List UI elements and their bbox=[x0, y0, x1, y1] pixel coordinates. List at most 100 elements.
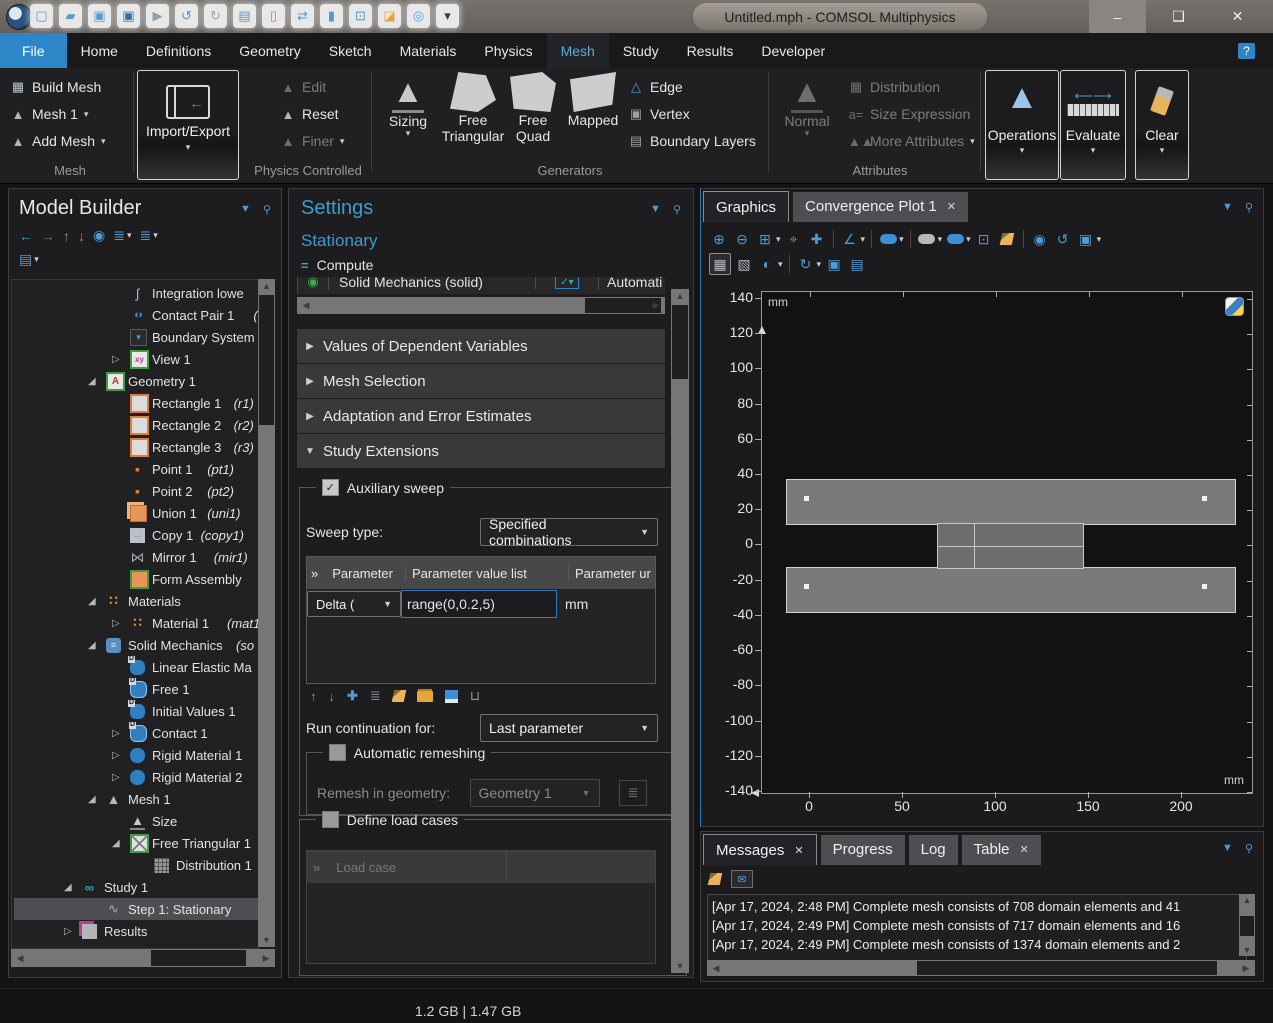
section-values-of-dependent-variables[interactable]: ▶Values of Dependent Variables bbox=[297, 329, 665, 364]
tab-materials[interactable]: Materials bbox=[386, 33, 471, 68]
geometry-mid-top-left[interactable] bbox=[937, 523, 976, 548]
clear-messages-icon[interactable] bbox=[708, 873, 723, 885]
tab-physics[interactable]: Physics bbox=[470, 33, 546, 68]
settings-hscrollbar[interactable]: ◀ ▶ bbox=[297, 297, 665, 314]
tree-item-integration-lowe[interactable]: ∫Integration lowe bbox=[14, 282, 259, 304]
tree-item-point-1[interactable]: ▪Point 1(pt1) bbox=[14, 458, 259, 480]
ribbon-free-triangular[interactable]: FreeTriangular bbox=[444, 72, 502, 144]
remesh-geometry-dropdown[interactable]: Geometry 1▼ bbox=[470, 779, 600, 807]
environment-1-icon[interactable]: ▾ bbox=[917, 229, 943, 249]
tree-item-union-1[interactable]: Union 1(uni1) bbox=[14, 502, 259, 524]
tab-developer[interactable]: Developer bbox=[747, 33, 839, 68]
messages-vscrollbar[interactable]: ▲ ▼ bbox=[1239, 894, 1255, 956]
scroll-up-icon[interactable]: ▲ bbox=[671, 289, 689, 303]
ribbon-edge[interactable]: △Edge bbox=[628, 76, 683, 98]
add-parameter-icon[interactable]: ✚ bbox=[347, 688, 358, 704]
hide-objects-icon[interactable]: ◉ bbox=[1030, 229, 1050, 249]
ribbon-mesh-1[interactable]: ▲Mesh 1▾ bbox=[10, 103, 88, 125]
tree-item-mesh-1[interactable]: ◢▲Mesh 1 bbox=[14, 788, 259, 810]
tree-item-rectangle-3[interactable]: Rectangle 3(r3) bbox=[14, 436, 259, 458]
move-up-icon[interactable]: ↑ bbox=[310, 689, 317, 704]
delete-icon[interactable]: ▮ bbox=[320, 4, 343, 28]
tree-item-step-1-stationary[interactable]: ∿Step 1: Stationary bbox=[14, 898, 259, 920]
move-down-icon[interactable]: ↓ bbox=[329, 689, 336, 704]
zoom-extents-icon[interactable]: ⌖ bbox=[784, 229, 804, 249]
expander-icon[interactable]: ▷ bbox=[112, 750, 120, 761]
sizing-button[interactable]: ▲Sizing▾ bbox=[378, 72, 438, 138]
discretization-check-icon[interactable]: ✓▾ bbox=[535, 277, 598, 289]
search-preview-icon[interactable]: ◎ bbox=[407, 4, 430, 28]
import-window-icon[interactable]: ⇄ bbox=[291, 4, 314, 28]
close-icon[interactable]: ✕ bbox=[794, 844, 803, 857]
tree-item-point-2[interactable]: ▪Point 2(pt2) bbox=[14, 480, 259, 502]
expander-icon[interactable]: ▷ bbox=[112, 728, 120, 739]
evaluate-button[interactable]: ⟵⟶Evaluate▾ bbox=[1060, 70, 1126, 180]
tab-study[interactable]: Study bbox=[609, 33, 673, 68]
tree-item-view-1[interactable]: ▷xyView 1 bbox=[14, 348, 259, 370]
tree-item-materials[interactable]: ◢∷Materials bbox=[14, 590, 259, 612]
tree-item-initial-values-1[interactable]: DInitial Values 1 bbox=[14, 700, 259, 722]
move-up-icon[interactable]: ↑ bbox=[63, 228, 70, 244]
tree-item-distribution-1[interactable]: Distribution 1 bbox=[14, 854, 259, 876]
messages-tab-table[interactable]: Table✕ bbox=[962, 835, 1041, 865]
reset-hiding-icon[interactable]: ↺ bbox=[1053, 229, 1073, 249]
tab-sketch[interactable]: Sketch bbox=[315, 33, 386, 68]
tab-results[interactable]: Results bbox=[673, 33, 748, 68]
expander-icon[interactable]: ◢ bbox=[88, 640, 96, 651]
environment-2-icon[interactable]: ▾ bbox=[945, 229, 971, 249]
save-as-icon[interactable]: ▣ bbox=[117, 4, 140, 28]
tab-file[interactable]: File bbox=[0, 33, 67, 68]
tab-geometry[interactable]: Geometry bbox=[225, 33, 314, 68]
tree-item-rigid-material-1[interactable]: ▷Rigid Material 1 bbox=[14, 744, 259, 766]
scroll-right-icon[interactable]: ▶ bbox=[259, 949, 273, 967]
import-export-button[interactable]: ←Import/Export▾ bbox=[137, 70, 239, 180]
parameter-unit-cell[interactable]: mm bbox=[557, 596, 655, 612]
geometry-mid-bottom-right[interactable] bbox=[974, 546, 1084, 569]
tree-item-study-1[interactable]: ◢∞Study 1 bbox=[14, 876, 259, 898]
pin-icon[interactable]: ⚲ bbox=[1245, 201, 1253, 214]
parameter-name-dropdown[interactable]: Delta (▼ bbox=[307, 591, 401, 617]
ribbon-boundary-layers[interactable]: ▤Boundary Layers bbox=[628, 130, 756, 152]
undo-icon[interactable]: ↺ bbox=[175, 4, 198, 28]
scroll-left-icon[interactable]: ◀ bbox=[299, 297, 313, 314]
help-icon[interactable]: ? bbox=[1238, 43, 1255, 59]
messages-tab-progress[interactable]: Progress bbox=[821, 835, 905, 865]
back-icon[interactable]: ← bbox=[19, 228, 33, 244]
physics-selection-row-clipped[interactable]: ◉ Solid Mechanics (solid) ✓▾ Automati bbox=[297, 277, 665, 294]
delete-parameter-icon[interactable]: ≣ bbox=[370, 688, 381, 704]
graphics-tab-graphics[interactable]: Graphics bbox=[703, 191, 789, 222]
message-list[interactable]: [Apr 17, 2024, 2:48 PM] Complete mesh co… bbox=[707, 894, 1247, 962]
range-icon[interactable]: ⊔ bbox=[470, 688, 480, 704]
messages-hscrollbar[interactable]: ◀ ▶ bbox=[707, 960, 1255, 976]
clean-window-icon[interactable]: ◪ bbox=[378, 4, 401, 28]
messages-tab-log[interactable]: Log bbox=[909, 835, 958, 865]
save-file-icon[interactable] bbox=[445, 690, 458, 703]
model-tree-hscrollbar[interactable]: ◀ ▶ bbox=[11, 949, 275, 967]
color-theme-icon[interactable]: ◐▾ bbox=[757, 254, 783, 274]
snapshot-icon[interactable]: ▣ bbox=[824, 254, 844, 274]
new-file-icon[interactable]: ▢ bbox=[30, 4, 53, 28]
message-options-icon[interactable]: ✉ bbox=[731, 870, 753, 888]
print-icon[interactable]: ▤ bbox=[847, 254, 867, 274]
scene-light-icon[interactable]: ▾ bbox=[878, 229, 904, 249]
run-icon[interactable]: ▶ bbox=[146, 4, 169, 28]
pin-icon[interactable]: ⚲ bbox=[1245, 842, 1253, 855]
scroll-left-icon[interactable]: ◀ bbox=[13, 949, 27, 967]
model-tree-options-icon[interactable]: ▤▾ bbox=[19, 251, 39, 268]
view-settings-icon[interactable]: ▣▾ bbox=[1076, 229, 1102, 249]
expander-icon[interactable]: ◢ bbox=[88, 376, 96, 387]
deselect-brush-icon[interactable] bbox=[997, 229, 1017, 249]
chevron-down-icon[interactable]: ▼ bbox=[1222, 201, 1233, 214]
define-load-cases-checkbox[interactable] bbox=[322, 811, 339, 828]
graphics-tab-convergence-plot-1[interactable]: Convergence Plot 1✕ bbox=[793, 192, 968, 222]
model-tree-vscrollbar[interactable]: ▲ ▼ bbox=[258, 279, 275, 947]
expander-icon[interactable]: ◢ bbox=[64, 882, 72, 893]
tree-item-geometry-1[interactable]: ◢AGeometry 1 bbox=[14, 370, 259, 392]
auxiliary-sweep-checkbox[interactable]: ✓ bbox=[322, 479, 339, 496]
expand-icon[interactable]: ≣▾ bbox=[139, 227, 157, 244]
ribbon-vertex[interactable]: ▣Vertex bbox=[628, 103, 690, 125]
tree-item-rigid-material-2[interactable]: ▷Rigid Material 2 bbox=[14, 766, 259, 788]
close-icon[interactable]: ✕ bbox=[947, 200, 956, 213]
tree-item-free-1[interactable]: DFree 1 bbox=[14, 678, 259, 700]
ribbon-reset[interactable]: ▲Reset bbox=[280, 103, 339, 125]
